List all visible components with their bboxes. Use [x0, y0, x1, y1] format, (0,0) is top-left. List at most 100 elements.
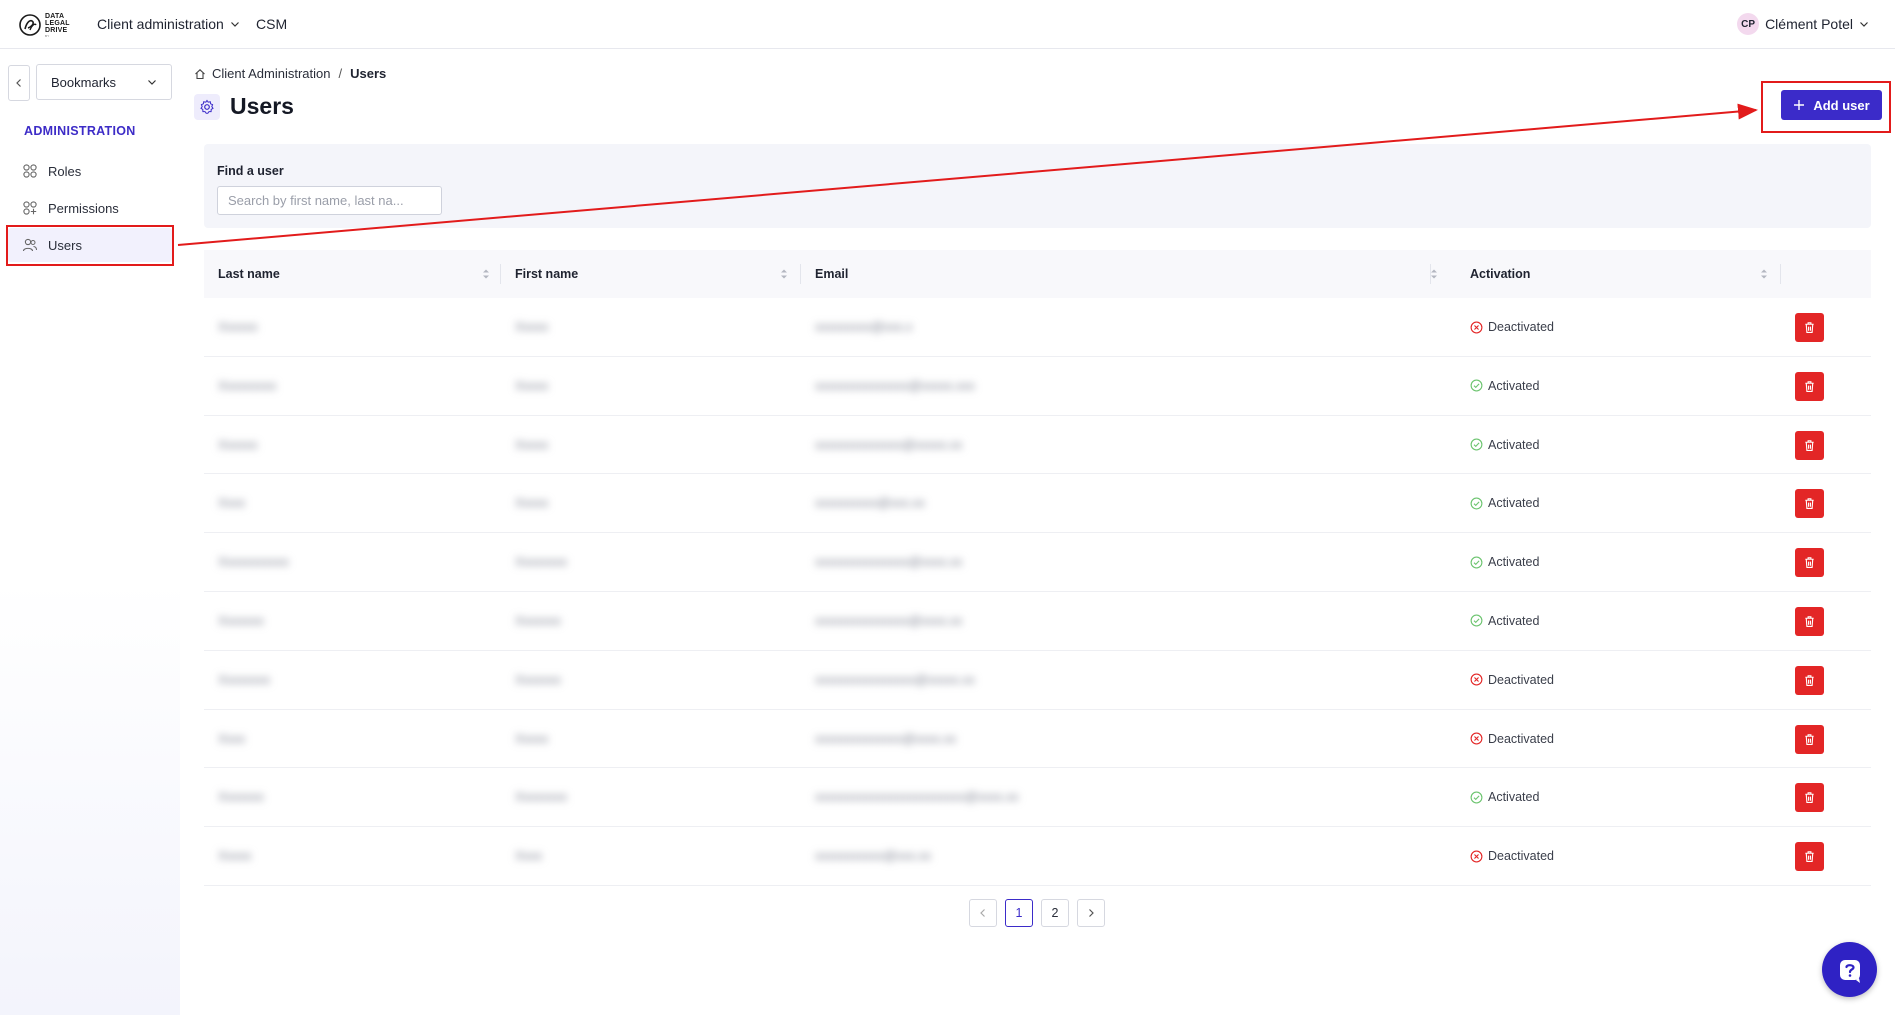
column-label: Email: [815, 267, 849, 281]
delete-user-button[interactable]: [1795, 783, 1824, 813]
trash-icon: [1805, 792, 1814, 804]
logo-text: DATA LEGAL DRIVE BY: [45, 13, 70, 38]
column-header-first-name[interactable]: First name: [515, 250, 795, 298]
status-badge: Activated: [1470, 555, 1539, 569]
cell-first-name: Xxxxxxxx: [515, 555, 568, 570]
delete-user-button[interactable]: [1795, 842, 1824, 872]
sidebar-collapse-button[interactable]: [8, 65, 30, 101]
cell-first-name: Xxxxx: [515, 731, 549, 746]
delete-user-button[interactable]: [1795, 313, 1824, 342]
cell-first-name: Xxxxx: [515, 320, 549, 334]
user-menu[interactable]: CP Clément Potel: [1737, 13, 1869, 35]
search-input[interactable]: [217, 186, 442, 215]
cell-email: xxxxxxxxxxxxxxx@xxxxx.xxx: [815, 378, 975, 393]
pagination-page-1[interactable]: 1: [1005, 899, 1033, 927]
search-panel: Find a user: [204, 144, 1871, 228]
check-circle-icon: [1470, 379, 1483, 392]
logo-icon: [19, 14, 41, 36]
logo-line: DRIVE: [45, 26, 68, 34]
table-row: Xxxxxxx Xxxxxxxx xxxxxxxxxxxxxxxxxxxxxxxx@…: [204, 768, 1871, 828]
delete-user-button[interactable]: [1795, 548, 1824, 578]
cell-last-name: Xxxxxxx: [218, 790, 264, 805]
pagination-next-button[interactable]: [1077, 899, 1105, 927]
check-circle-icon: [1470, 615, 1483, 627]
cell-last-name: Xxxxxxxx: [218, 672, 271, 687]
search-label: Find a user: [217, 164, 284, 178]
cell-last-name: Xxxxxxx: [218, 613, 264, 628]
trash-icon: [1805, 733, 1814, 745]
sort-icon: [1761, 269, 1767, 279]
users-table: Last name First name Email Activation Xx…: [204, 250, 1871, 886]
cell-activation: Deactivated: [1470, 298, 1554, 356]
plus-icon: [1794, 100, 1805, 110]
delete-user-button[interactable]: [1795, 489, 1824, 519]
column-label: Activation: [1470, 267, 1531, 281]
chevron-down-icon: [1860, 22, 1868, 27]
sort-icon: [1431, 269, 1437, 279]
check-circle-icon: [1470, 791, 1483, 804]
table-row: Xxxxxx Xxxxx xxxxxxxxx@xxx.x Deactivated: [204, 298, 1871, 357]
delete-user-button[interactable]: [1795, 371, 1824, 401]
delete-user-button[interactable]: [1795, 606, 1824, 636]
add-user-label: Add user: [1813, 97, 1870, 113]
cell-activation: Deactivated: [1470, 827, 1554, 885]
column-divider: [500, 264, 501, 284]
column-header-email[interactable]: Email: [815, 250, 1445, 298]
delete-user-button[interactable]: [1795, 665, 1824, 695]
status-label: Deactivated: [1488, 320, 1555, 334]
help-chat-button[interactable]: [1822, 942, 1877, 997]
sidebar-item-roles[interactable]: Roles: [8, 154, 172, 188]
sort-icon: [781, 269, 787, 279]
logo-line: LEGAL: [45, 19, 70, 27]
status-badge: Activated: [1470, 790, 1539, 804]
chevron-down-icon: [148, 80, 156, 85]
cell-activation: Activated: [1470, 768, 1539, 826]
nav-csm[interactable]: CSM: [256, 16, 287, 32]
sidebar-section-title: ADMINISTRATION: [24, 124, 136, 138]
bookmarks-dropdown[interactable]: Bookmarks: [36, 64, 172, 100]
breadcrumb-separator: /: [338, 66, 343, 81]
delete-user-button[interactable]: [1795, 430, 1824, 460]
table-row: Xxxxxxxxx Xxxxx xxxxxxxxxxxxxxx@xxxxx.xxx A…: [204, 357, 1871, 416]
column-header-activation[interactable]: Activation: [1470, 250, 1770, 298]
breadcrumb-home-link[interactable]: Client Administration: [212, 66, 331, 81]
status-badge: Activated: [1470, 614, 1539, 628]
sidebar-item-label: Permissions: [48, 200, 119, 216]
sidebar-item-permissions[interactable]: Permissions: [8, 191, 172, 225]
column-header-last-name[interactable]: Last name: [218, 250, 498, 298]
cell-first-name: Xxxxxxx: [515, 672, 561, 687]
cell-last-name: Xxxxxx: [218, 320, 258, 334]
home-icon: [195, 68, 205, 79]
pagination-prev-button[interactable]: [969, 899, 997, 927]
chevron-left-icon: [980, 909, 985, 917]
sort-icon: [483, 269, 489, 279]
cell-first-name: Xxxxxxx: [515, 613, 561, 628]
sidebar-item-label: Roles: [48, 163, 82, 179]
column-divider: [1430, 264, 1431, 284]
trash-icon: [1805, 851, 1814, 863]
cell-email: xxxxxxxxxxxxxxxxxxxxxxxx@xxxx.xx: [815, 790, 1019, 805]
status-badge: Deactivated: [1470, 320, 1554, 334]
trash-icon: [1805, 557, 1814, 569]
nav-client-administration[interactable]: Client administration: [97, 16, 240, 32]
add-user-button[interactable]: Add user: [1781, 90, 1882, 120]
bookmarks-label: Bookmarks: [51, 74, 117, 90]
cell-last-name: Xxxx: [218, 731, 246, 746]
x-circle-icon: [1470, 321, 1483, 333]
trash-icon: [1805, 322, 1814, 333]
delete-user-button[interactable]: [1795, 724, 1824, 754]
users-icon: [22, 238, 37, 252]
check-circle-icon: [1470, 556, 1483, 569]
pagination-page-2[interactable]: 2: [1041, 899, 1069, 927]
x-circle-icon: [1470, 673, 1483, 686]
x-circle-icon: [1470, 732, 1483, 745]
sidebar-item-users[interactable]: Users: [8, 228, 172, 262]
chevron-down-icon: [230, 22, 239, 27]
cell-activation: Activated: [1470, 357, 1539, 415]
column-label: Last name: [218, 267, 280, 281]
table-row: Xxxxxxxx Xxxxxxx xxxxxxxxxxxxxxxx@xxxxx.xx…: [204, 651, 1871, 710]
page-header: Users: [194, 93, 294, 120]
status-label: Activated: [1488, 378, 1540, 393]
app-logo[interactable]: DATA LEGAL DRIVE BY: [18, 10, 72, 40]
status-badge: Deactivated: [1470, 673, 1554, 687]
